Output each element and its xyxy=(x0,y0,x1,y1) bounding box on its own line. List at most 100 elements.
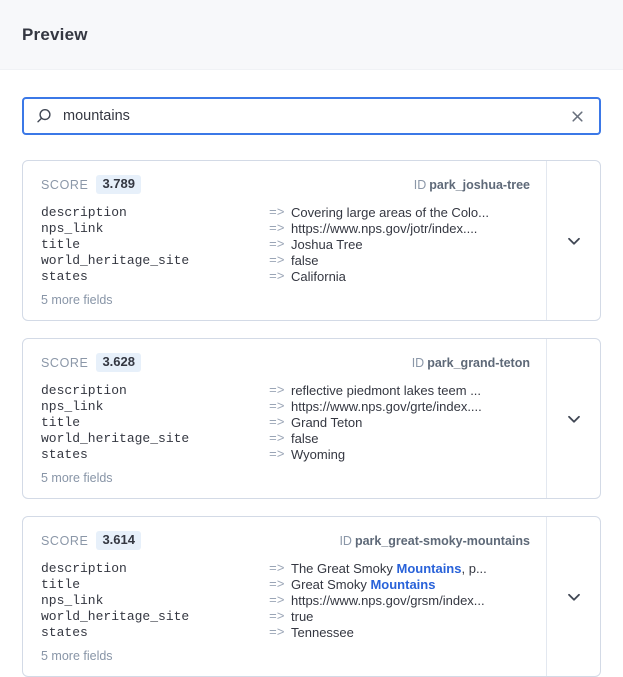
arrow: => xyxy=(269,221,291,237)
field-value: false xyxy=(291,253,530,269)
results-list: SCORE 3.789 IDpark_joshua-tree descripti… xyxy=(0,160,623,677)
score-group: SCORE 3.614 xyxy=(41,531,141,550)
field-value: Grand Teton xyxy=(291,415,530,431)
field-row: states => California xyxy=(41,269,530,285)
result-card: SCORE 3.628 IDpark_grand-teton descripti… xyxy=(22,338,601,499)
more-fields: 5 more fields xyxy=(41,649,530,663)
result-card-header: SCORE 3.614 IDpark_great-smoky-mountains xyxy=(41,531,530,550)
arrow: => xyxy=(269,205,291,221)
page-title: Preview xyxy=(22,25,88,45)
field-row: description => Covering large areas of t… xyxy=(41,205,530,221)
id-group: IDpark_great-smoky-mountains xyxy=(339,534,530,548)
score-label: SCORE xyxy=(41,356,88,370)
search-icon xyxy=(36,108,52,124)
arrow: => xyxy=(269,383,291,399)
arrow: => xyxy=(269,625,291,641)
result-card: SCORE 3.614 IDpark_great-smoky-mountains… xyxy=(22,516,601,677)
field-value: reflective piedmont lakes teem ... xyxy=(291,383,530,399)
arrow: => xyxy=(269,431,291,447)
field-row: description => The Great Smoky Mountains… xyxy=(41,561,530,577)
result-card-body: SCORE 3.628 IDpark_grand-teton descripti… xyxy=(23,339,546,498)
result-id: park_great-smoky-mountains xyxy=(355,534,530,548)
search-section xyxy=(22,97,601,135)
preview-panel: Preview SCORE 3.789 xyxy=(0,0,623,677)
score-badge: 3.628 xyxy=(96,353,141,372)
score-label: SCORE xyxy=(41,178,88,192)
field-value: Joshua Tree xyxy=(291,237,530,253)
score-label: SCORE xyxy=(41,534,88,548)
expand-result-button[interactable] xyxy=(561,228,587,254)
field-name: title xyxy=(41,577,269,593)
field-value: false xyxy=(291,431,530,447)
close-icon xyxy=(570,109,585,124)
arrow: => xyxy=(269,253,291,269)
arrow: => xyxy=(269,237,291,253)
score-badge: 3.789 xyxy=(96,175,141,194)
field-row: world_heritage_site => false xyxy=(41,431,530,447)
field-name: title xyxy=(41,237,269,253)
arrow: => xyxy=(269,577,291,593)
result-card-header: SCORE 3.628 IDpark_grand-teton xyxy=(41,353,530,372)
field-name: states xyxy=(41,447,269,463)
field-row: title => Great Smoky Mountains xyxy=(41,577,530,593)
field-row: nps_link => https://www.nps.gov/grte/ind… xyxy=(41,399,530,415)
expand-result-button[interactable] xyxy=(561,584,587,610)
field-name: states xyxy=(41,625,269,641)
field-value: Tennessee xyxy=(291,625,530,641)
chevron-down-icon xyxy=(567,234,581,248)
field-row: world_heritage_site => false xyxy=(41,253,530,269)
field-row: title => Joshua Tree xyxy=(41,237,530,253)
result-card-header: SCORE 3.789 IDpark_joshua-tree xyxy=(41,175,530,194)
result-id: park_grand-teton xyxy=(427,356,530,370)
arrow: => xyxy=(269,269,291,285)
field-row: states => Wyoming xyxy=(41,447,530,463)
field-name: description xyxy=(41,205,269,221)
field-rows: description => Covering large areas of t… xyxy=(41,205,530,285)
result-card-body: SCORE 3.614 IDpark_great-smoky-mountains… xyxy=(23,517,546,676)
result-card-rail xyxy=(546,339,600,498)
panel-header: Preview xyxy=(0,0,623,70)
field-value: California xyxy=(291,269,530,285)
search-bar[interactable] xyxy=(22,97,601,135)
field-value: Great Smoky Mountains xyxy=(291,577,530,593)
arrow: => xyxy=(269,561,291,577)
field-rows: description => The Great Smoky Mountains… xyxy=(41,561,530,641)
result-card-rail xyxy=(546,161,600,320)
clear-search-button[interactable] xyxy=(568,107,587,126)
result-card-rail xyxy=(546,517,600,676)
result-id: park_joshua-tree xyxy=(429,178,530,192)
field-name: world_heritage_site xyxy=(41,609,269,625)
field-name: nps_link xyxy=(41,593,269,609)
field-value: Covering large areas of the Colo... xyxy=(291,205,530,221)
field-value: true xyxy=(291,609,530,625)
field-row: title => Grand Teton xyxy=(41,415,530,431)
id-group: IDpark_joshua-tree xyxy=(414,178,530,192)
field-name: world_heritage_site xyxy=(41,431,269,447)
field-name: description xyxy=(41,383,269,399)
field-row: world_heritage_site => true xyxy=(41,609,530,625)
field-value: Wyoming xyxy=(291,447,530,463)
result-card-body: SCORE 3.789 IDpark_joshua-tree descripti… xyxy=(23,161,546,320)
field-row: nps_link => https://www.nps.gov/jotr/ind… xyxy=(41,221,530,237)
id-group: IDpark_grand-teton xyxy=(412,356,530,370)
search-input[interactable] xyxy=(63,108,560,124)
score-group: SCORE 3.628 xyxy=(41,353,141,372)
score-group: SCORE 3.789 xyxy=(41,175,141,194)
field-rows: description => reflective piedmont lakes… xyxy=(41,383,530,463)
field-value: https://www.nps.gov/grsm/index... xyxy=(291,593,530,609)
more-fields: 5 more fields xyxy=(41,293,530,307)
id-label: ID xyxy=(414,178,427,192)
arrow: => xyxy=(269,415,291,431)
arrow: => xyxy=(269,447,291,463)
field-value: https://www.nps.gov/jotr/index.... xyxy=(291,221,530,237)
arrow: => xyxy=(269,399,291,415)
more-fields: 5 more fields xyxy=(41,471,530,485)
field-name: title xyxy=(41,415,269,431)
field-name: description xyxy=(41,561,269,577)
field-name: nps_link xyxy=(41,399,269,415)
field-row: description => reflective piedmont lakes… xyxy=(41,383,530,399)
chevron-down-icon xyxy=(567,590,581,604)
expand-result-button[interactable] xyxy=(561,406,587,432)
id-label: ID xyxy=(339,534,352,548)
field-value: https://www.nps.gov/grte/index.... xyxy=(291,399,530,415)
